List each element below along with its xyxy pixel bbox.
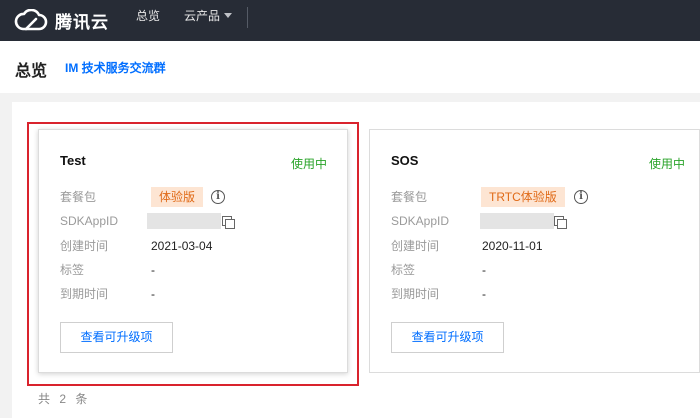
app-name: SOS — [391, 153, 419, 168]
nav-divider — [247, 7, 248, 28]
expire-label: 到期时间 — [391, 287, 440, 301]
app-card-sos[interactable]: SOS 使用中 套餐包 TRTC体验版 i SDKAppID 创建时间 2020… — [369, 129, 700, 373]
im-support-group-link[interactable]: IM 技术服务交流群 — [65, 59, 166, 76]
created-value: 2021-03-04 — [151, 239, 213, 253]
tencent-cloud-logo[interactable]: 腾讯云 — [14, 6, 109, 34]
sdkappid-value-redacted — [480, 213, 554, 229]
copy-icon[interactable] — [222, 216, 235, 229]
expire-value: - — [151, 287, 155, 301]
app-name: Test — [60, 153, 86, 168]
copy-icon[interactable] — [554, 216, 567, 229]
status-badge: 使用中 — [290, 157, 327, 171]
created-label: 创建时间 — [60, 239, 109, 253]
total-count: 共 2 条 — [38, 392, 91, 406]
tags-value: - — [151, 263, 155, 277]
package-tag: 体验版 — [151, 187, 204, 207]
tags-value: - — [482, 263, 486, 277]
sdkappid-value-redacted — [147, 213, 221, 229]
info-icon[interactable]: i — [574, 190, 588, 204]
created-label: 创建时间 — [391, 239, 440, 253]
package-label: 套餐包 — [60, 190, 97, 204]
status-badge: 使用中 — [648, 157, 685, 171]
top-navigation-bar: 腾讯云 总览 云产品 — [0, 0, 700, 41]
sdkappid-label: SDKAppID — [391, 214, 450, 228]
package-tag: TRTC体验版 — [481, 187, 565, 207]
expire-label: 到期时间 — [60, 287, 109, 301]
created-value: 2020-11-01 — [482, 239, 543, 253]
tags-label: 标签 — [391, 263, 416, 277]
page-title: 总览 — [15, 63, 48, 80]
package-label: 套餐包 — [391, 190, 428, 204]
nav-cloud-products-label: 云产品 — [184, 9, 221, 23]
app-card-test[interactable]: Test 使用中 套餐包 体验版 i SDKAppID 创建时间 2021-03… — [38, 129, 348, 373]
caret-down-icon — [224, 13, 233, 18]
nav-cloud-products[interactable]: 云产品 — [184, 0, 233, 41]
expire-value: - — [482, 287, 486, 301]
info-icon[interactable]: i — [211, 190, 225, 204]
nav-overview[interactable]: 总览 — [136, 0, 160, 41]
view-upgrades-button[interactable]: 查看可升级项 — [391, 322, 504, 353]
sdkappid-label: SDKAppID — [60, 214, 119, 228]
view-upgrades-button[interactable]: 查看可升级项 — [60, 322, 173, 353]
cloud-icon — [14, 9, 48, 31]
brand-name: 腾讯云 — [55, 12, 109, 32]
tags-label: 标签 — [60, 263, 85, 277]
